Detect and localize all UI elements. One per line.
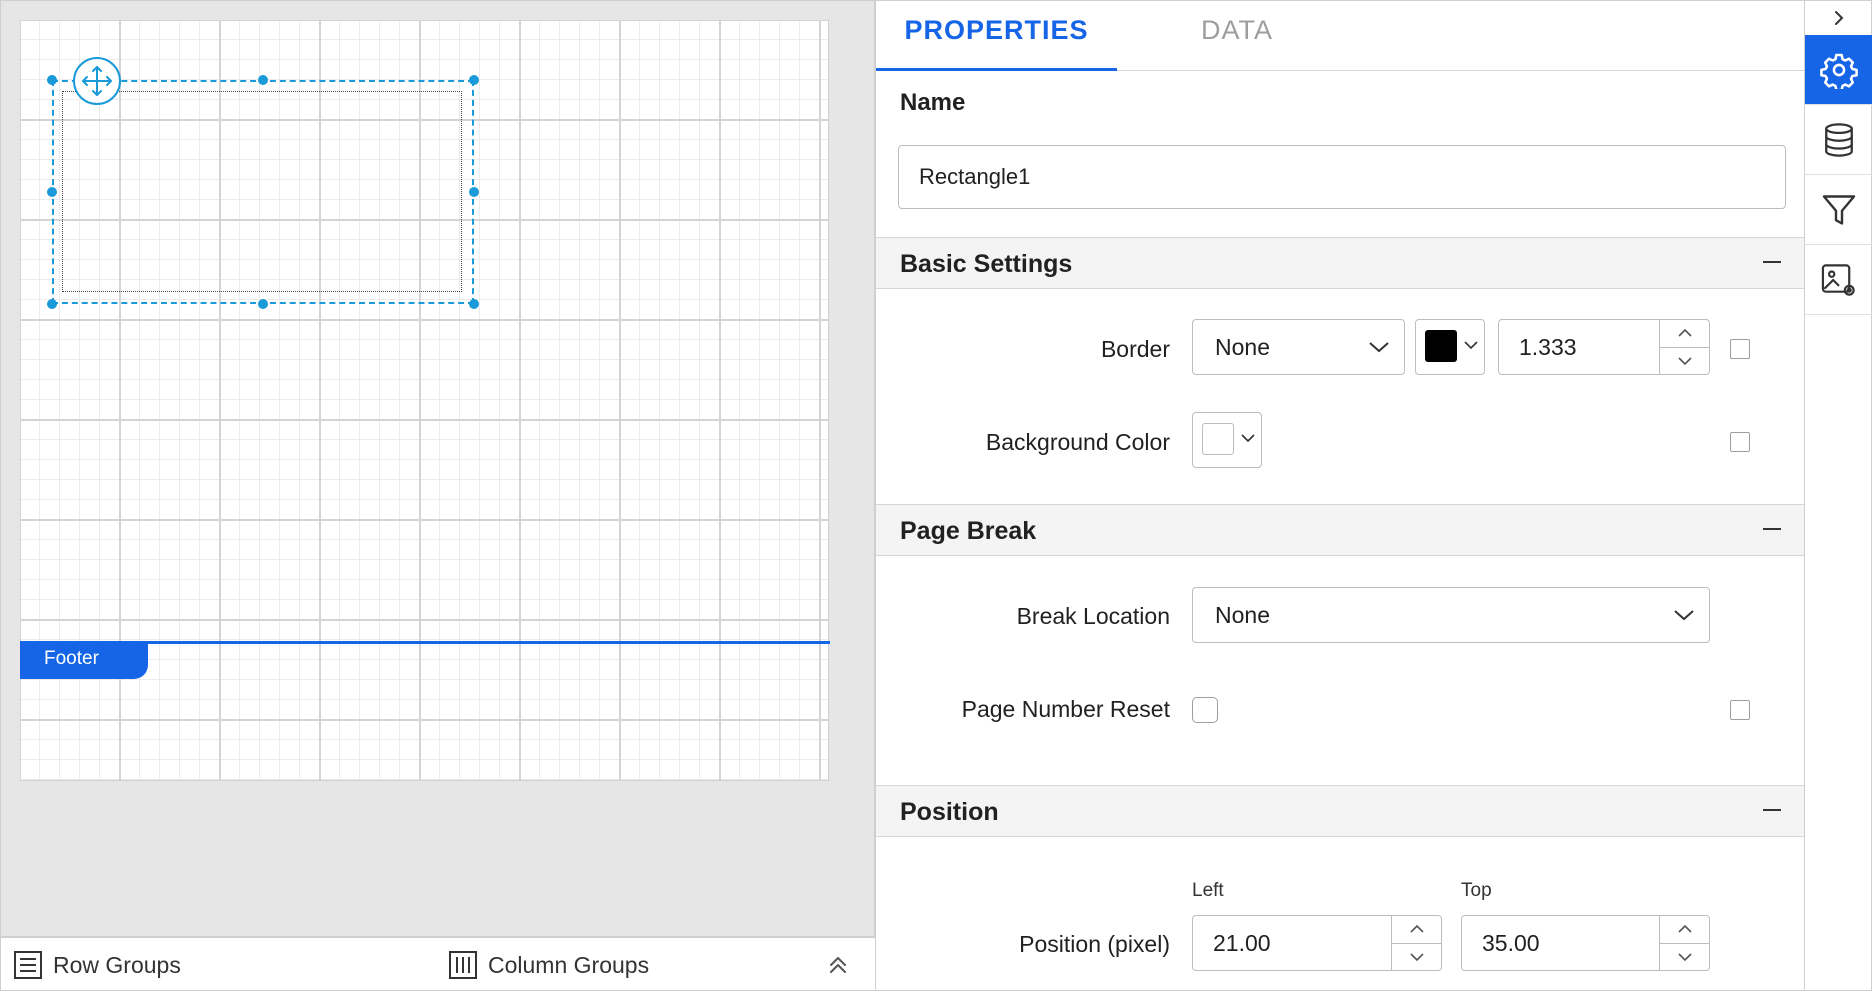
name-label: Name <box>900 89 966 116</box>
border-color-swatch <box>1425 330 1457 362</box>
collapse-panel-button[interactable] <box>1805 1 1872 35</box>
double-chevron-up-icon <box>830 957 846 973</box>
tab-properties[interactable]: PROPERTIES <box>876 1 1117 71</box>
border-checkbox[interactable] <box>1730 339 1750 359</box>
collapse-icon[interactable] <box>1763 261 1781 263</box>
resize-handle-middle-right[interactable] <box>469 187 479 197</box>
properties-panel: PROPERTIES DATA Name Rectangle1 Basic Se… <box>875 0 1805 991</box>
position-title: Position <box>900 798 999 826</box>
position-top-input[interactable]: 35.00 <box>1461 915 1710 971</box>
position-header[interactable]: Position <box>876 785 1805 837</box>
border-label: Border <box>1100 336 1170 362</box>
break-location-dropdown[interactable]: None <box>1192 587 1710 643</box>
properties-settings-button[interactable] <box>1805 35 1872 105</box>
position-left-input[interactable]: 21.00 <box>1192 915 1442 971</box>
position-top-value: 35.00 <box>1482 929 1540 956</box>
design-canvas-area[interactable]: Footer <box>0 0 875 937</box>
gear-icon <box>1819 53 1858 89</box>
filter-button[interactable] <box>1805 175 1872 245</box>
background-color-checkbox[interactable] <box>1730 432 1750 452</box>
top-label: Top <box>1461 880 1492 901</box>
groups-bar: Row Groups Column Groups <box>0 937 875 991</box>
page-number-reset-label: Page Number Reset <box>961 696 1170 722</box>
chevron-down-icon <box>1674 610 1694 621</box>
move-icon[interactable] <box>73 57 121 105</box>
column-groups-button[interactable]: Column Groups <box>448 946 649 984</box>
image-settings-icon <box>1821 263 1855 296</box>
column-groups-icon <box>449 951 477 979</box>
border-style-value: None <box>1215 333 1270 360</box>
collapse-icon[interactable] <box>1763 528 1781 530</box>
row-groups-button[interactable]: Row Groups <box>13 946 181 984</box>
position-left-value: 21.00 <box>1213 929 1271 956</box>
break-location-label: Break Location <box>1016 603 1170 629</box>
chevron-right-icon <box>1834 11 1843 25</box>
resize-handle-middle-left[interactable] <box>47 187 57 197</box>
resize-handle-bottom-right[interactable] <box>469 299 479 309</box>
background-color-label: Background Color <box>985 429 1170 455</box>
left-label: Left <box>1192 880 1224 901</box>
chevron-down-icon[interactable] <box>1677 949 1693 965</box>
chevron-up-icon[interactable] <box>1677 921 1693 937</box>
resize-handle-bottom-middle[interactable] <box>258 299 268 309</box>
row-groups-label: Row Groups <box>53 951 181 978</box>
expand-groups-button[interactable] <box>827 946 859 984</box>
page-number-reset-override-checkbox[interactable] <box>1730 700 1750 720</box>
chevron-down-icon <box>1241 434 1255 443</box>
page-break-title: Page Break <box>900 517 1037 545</box>
border-width-input[interactable]: 1.333 <box>1498 319 1710 375</box>
panel-tabs: PROPERTIES DATA <box>876 1 1805 71</box>
side-icon-rail <box>1804 0 1872 991</box>
filter-icon <box>1822 194 1855 225</box>
tab-data[interactable]: DATA <box>1117 1 1357 71</box>
chevron-down-icon <box>1464 341 1478 350</box>
position-left-spinner[interactable] <box>1391 916 1441 970</box>
collapse-icon[interactable] <box>1763 809 1781 811</box>
column-groups-label: Column Groups <box>488 951 650 978</box>
footer-section-tab[interactable]: Footer <box>20 641 148 679</box>
basic-settings-title: Basic Settings <box>900 250 1073 278</box>
border-width-value: 1.333 <box>1519 333 1577 360</box>
row-groups-icon <box>14 951 42 979</box>
chevron-up-icon[interactable] <box>1677 325 1693 341</box>
position-top-spinner[interactable] <box>1659 916 1709 970</box>
border-color-picker[interactable] <box>1415 319 1485 375</box>
image-settings-button[interactable] <box>1805 245 1872 315</box>
background-color-picker[interactable] <box>1192 412 1262 468</box>
border-style-dropdown[interactable]: None <box>1192 319 1405 375</box>
chevron-down-icon <box>1369 342 1389 353</box>
resize-handle-top-left[interactable] <box>47 75 57 85</box>
rectangle-element[interactable] <box>62 91 462 292</box>
resize-handle-bottom-left[interactable] <box>47 299 57 309</box>
page-break-header[interactable]: Page Break <box>876 504 1805 556</box>
chevron-down-icon[interactable] <box>1409 949 1425 965</box>
name-input[interactable]: Rectangle1 <box>898 145 1786 209</box>
resize-handle-top-right[interactable] <box>469 75 479 85</box>
database-icon <box>1824 122 1853 157</box>
background-color-swatch <box>1202 423 1234 455</box>
break-location-value: None <box>1215 601 1270 628</box>
chevron-down-icon[interactable] <box>1677 353 1693 369</box>
page-number-reset-checkbox[interactable] <box>1192 697 1218 723</box>
basic-settings-header[interactable]: Basic Settings <box>876 237 1805 289</box>
chevron-up-icon[interactable] <box>1409 921 1425 937</box>
position-pixel-label: Position (pixel) <box>1019 931 1170 957</box>
resize-handle-top-middle[interactable] <box>258 75 268 85</box>
border-width-spinner[interactable] <box>1659 320 1709 374</box>
data-source-button[interactable] <box>1805 105 1872 175</box>
